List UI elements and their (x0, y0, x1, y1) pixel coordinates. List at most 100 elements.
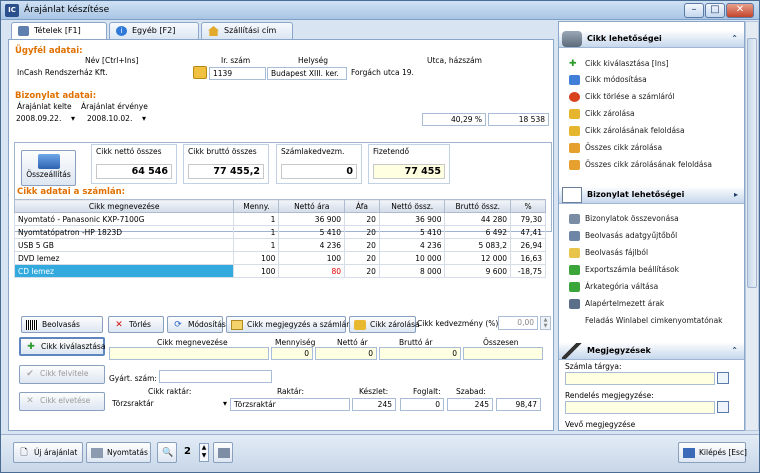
table-row[interactable]: USB 5 GB 1 4 236 20 4 236 5 083,2 26,94 (13, 238, 546, 252)
city-label: Helység (298, 56, 329, 65)
entry-net-field[interactable]: 0 (315, 347, 377, 360)
maximize-button[interactable]: □ (705, 3, 725, 18)
tab-szallitasi-cim[interactable]: Szállítási cím [F4] (201, 22, 293, 51)
date-picker[interactable]: 2008.09.22. (13, 113, 77, 126)
table-cell: Nyomtatópatron -HP 1823D (13, 225, 235, 239)
note-subject-field[interactable] (565, 372, 715, 385)
column-header[interactable]: Áfa (344, 199, 380, 213)
reserved-label: Foglalt: (413, 387, 441, 396)
doc-options-header[interactable]: Bizonylat lehetőségei ▸ (559, 186, 744, 204)
table-cell: 20 (344, 264, 380, 278)
app-window: IC Árajánlat készítése – □ ✕ Tételek [F1… (0, 0, 760, 473)
preview-button[interactable]: 🔍 (157, 442, 177, 463)
side-doc-file[interactable]: Beolvasás fájlból (569, 248, 648, 258)
side-doc-merge[interactable]: Bizonylatok összevonása (569, 214, 679, 224)
valid-date-picker[interactable]: 2008.10.02. (84, 113, 148, 126)
zip-field[interactable]: 1139 (209, 67, 266, 80)
side-item-select[interactable]: ✚ Cikk kiválasztása [Ins] (569, 59, 669, 69)
refresh-icon (569, 75, 580, 85)
delete-button-label: Törlés (129, 320, 151, 329)
table-cell: 10 000 (378, 251, 446, 265)
new-quote-button[interactable]: 🗋 Új árajánlat (13, 442, 83, 463)
modify-button[interactable]: ⟳ Módosítás (167, 316, 226, 333)
table-row[interactable]: Nyomtató - Panasonic KXP-7100G 1 36 900 20 3… (13, 212, 546, 226)
print-settings-button[interactable] (213, 442, 233, 463)
notes-header[interactable]: Megjegyzések ⌃ (559, 342, 744, 360)
select-item-button[interactable]: ✚ Cikk kiválasztása (19, 337, 105, 356)
side-doc-default-prices[interactable]: Alapértelmezett árak (569, 299, 664, 309)
close-button[interactable]: ✕ (726, 3, 754, 18)
grid-section-title: Cikk adatai a számlán: (17, 187, 126, 197)
side-doc-price-category[interactable]: Árkategória váltása (569, 282, 659, 292)
entry-name-field[interactable] (109, 347, 269, 360)
warehouse2-field: Törzsraktár (230, 398, 350, 411)
modify-button-label: Módosítás (188, 320, 226, 329)
street-field[interactable]: Forgách utca 19. (348, 67, 548, 80)
customer-lookup-icon[interactable] (193, 66, 207, 79)
read-button[interactable]: Beolvasás (21, 316, 103, 333)
item-options-header[interactable]: Cikk lehetőségei ⌃ (559, 30, 744, 48)
column-header[interactable]: Nettó össz. (378, 199, 446, 213)
export-icon (569, 265, 580, 275)
side-doc-winlabel[interactable]: Feladás Winlabel cimkenyomtatónak (569, 316, 723, 325)
table-cell: 6 492 (444, 225, 512, 239)
amount-field: 18 538 (488, 113, 549, 126)
side-item-modify[interactable]: Cikk módosítása (569, 75, 647, 85)
column-header[interactable]: % (510, 199, 546, 213)
note-button[interactable]: Cikk megjegyzés a számlán (226, 316, 351, 333)
side-item-label: Összes cikk zárolásának feloldása (585, 160, 713, 169)
table-row[interactable]: Nyomtatópatron -HP 1823D 1 5 410 20 5 410 6 4… (13, 225, 546, 239)
column-header[interactable]: Menny. (233, 199, 280, 213)
expand-note-icon[interactable] (717, 372, 729, 384)
note-subject-label: Számla tárgya: (565, 362, 622, 371)
table-cell: -18,75 (510, 264, 546, 278)
side-doc-collector[interactable]: Beolvasás adatgyűjtőből (569, 231, 677, 241)
add-item-button[interactable]: ✔ Cikk felvitele (19, 365, 105, 384)
item-discount-field[interactable]: 0,00 (498, 316, 538, 330)
column-header[interactable]: Bruttó össz. (444, 199, 512, 213)
warehouse-select[interactable]: Törzsraktár (109, 398, 229, 411)
compile-button[interactable]: Összeállítás (21, 150, 76, 186)
table-row[interactable]: CD lemez 100 80 20 8 000 9 600 -18,75 (13, 264, 546, 278)
side-item-delete[interactable]: Cikk törlése a számláról (569, 92, 675, 102)
expand-icon[interactable]: ▸ (734, 186, 738, 204)
add-item-icon: ✚ (569, 59, 577, 69)
serial-field[interactable] (159, 370, 272, 383)
entry-qty-field[interactable]: 0 (271, 347, 313, 360)
table-cell: 20 (344, 212, 380, 226)
table-cell: 44 280 (444, 212, 512, 226)
side-item-lock-all[interactable]: Összes cikk zárolása (569, 143, 662, 153)
table-row[interactable]: DVD lemez 100 100 20 10 000 12 000 16,63 (13, 251, 546, 265)
table-cell: 100 (233, 251, 280, 265)
side-doc-export[interactable]: Exportszámla beállítások (569, 265, 679, 275)
expand-note-icon[interactable] (717, 401, 729, 413)
exit-button[interactable]: Kilépés [Esc] (678, 442, 747, 463)
side-item-lock[interactable]: Cikk zárolása (569, 109, 635, 119)
print-button[interactable]: Nyomtatás (86, 442, 151, 463)
add-item-icon: ✚ (27, 342, 35, 352)
side-scrollbar[interactable] (745, 21, 759, 431)
column-header[interactable]: Cikk megnevezése (13, 199, 235, 213)
table-cell: 8 000 (378, 264, 446, 278)
lock-button[interactable]: Cikk zárolása (349, 316, 420, 333)
collapse-icon[interactable]: ⌃ (731, 30, 738, 48)
side-item-unlock[interactable]: Cikk zárolásának feloldása (569, 126, 685, 136)
side-item-label: Árkategória váltása (585, 282, 659, 291)
side-item-unlock-all[interactable]: Összes cikk zárolásának feloldása (569, 160, 713, 170)
entry-gross-field[interactable]: 0 (379, 347, 461, 360)
column-header[interactable]: Nettó ára (278, 199, 346, 213)
minimize-button[interactable]: – (684, 3, 704, 18)
copies-spinner[interactable]: ▲ ▼ (199, 443, 209, 462)
scrollbar-thumb[interactable] (747, 38, 757, 288)
customer-name-field[interactable]: InCash Rendszerház Kft. (14, 67, 192, 80)
remove-item-button[interactable]: ✕ Cikk elvetése (19, 392, 105, 411)
delete-button[interactable]: ✕ Törlés (108, 316, 164, 333)
table-cell: 4 236 (378, 238, 446, 252)
tab-egyeb[interactable]: i Egyéb [F2] (109, 22, 199, 39)
discount-spinner[interactable]: ▲ ▼ (540, 316, 551, 330)
tab-tetelek[interactable]: Tételek [F1] (11, 22, 107, 40)
note-order-field[interactable] (565, 401, 715, 414)
city-field[interactable]: Budapest XIII. ker. (267, 67, 347, 80)
copies-field[interactable]: 2 (181, 444, 198, 461)
collapse-icon[interactable]: ⌃ (731, 342, 738, 360)
